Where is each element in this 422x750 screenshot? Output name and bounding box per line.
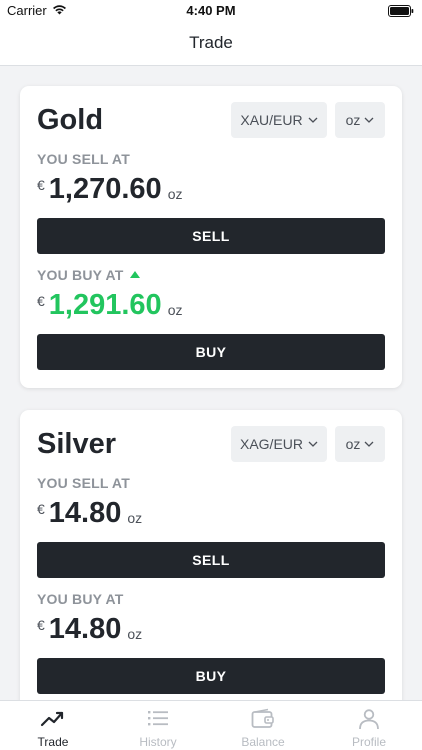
price-unit: oz: [167, 186, 183, 202]
buy-price-value: 1,291.60: [48, 289, 162, 321]
price-unit: oz: [127, 510, 143, 526]
sell-price: € 14.80 oz: [37, 496, 142, 532]
tab-profile[interactable]: Profile: [316, 701, 422, 750]
status-time: 4:40 PM: [186, 3, 236, 18]
chevron-down-icon: [364, 441, 374, 447]
chevron-down-icon: [364, 117, 374, 123]
person-icon: [359, 709, 379, 730]
currency-symbol: €: [37, 293, 45, 309]
currency-symbol: €: [37, 617, 45, 633]
sell-price-value: 14.80: [48, 497, 122, 529]
tab-balance[interactable]: Balance: [210, 701, 316, 750]
unit-select-value: oz: [345, 112, 361, 128]
tab-trade[interactable]: Trade: [0, 701, 106, 750]
sell-price-label: YOU SELL AT: [37, 151, 130, 167]
pair-select-value: XAU/EUR: [240, 112, 303, 128]
sell-button[interactable]: SELL: [37, 542, 385, 578]
tab-history[interactable]: History: [105, 701, 211, 750]
gold-card: Gold XAU/EUR oz YOU SELL AT € 1,270.60 o…: [20, 86, 402, 388]
price-unit: oz: [167, 302, 183, 318]
buy-price-label: YOU BUY AT: [37, 267, 140, 283]
tab-label: Trade: [37, 735, 69, 749]
sell-button[interactable]: SELL: [37, 218, 385, 254]
currency-pair-select[interactable]: XAU/EUR: [231, 102, 327, 138]
trade-content[interactable]: Gold XAU/EUR oz YOU SELL AT € 1,270.60 o…: [0, 66, 422, 700]
battery-icon: [388, 5, 414, 17]
list-icon: [148, 711, 168, 726]
sell-price-label: YOU SELL AT: [37, 475, 130, 491]
silver-card: Silver XAG/EUR oz YOU SELL AT € 14.80 oz…: [20, 410, 402, 700]
buy-price: € 14.80 oz: [37, 612, 142, 648]
sell-price-value: 1,270.60: [48, 173, 162, 205]
currency-symbol: €: [37, 501, 45, 517]
nav-header: Trade: [0, 22, 422, 66]
pair-select-value: XAG/EUR: [239, 436, 303, 452]
unit-select[interactable]: oz: [335, 102, 385, 138]
up-arrow-icon: [129, 271, 140, 278]
metal-name: Gold: [37, 104, 104, 136]
sell-price: € 1,270.60 oz: [37, 172, 182, 208]
tab-label: Profile: [351, 735, 386, 749]
chevron-down-icon: [308, 441, 318, 447]
tab-label: Balance: [241, 735, 285, 749]
tab-bar: Trade History Balance Profile: [0, 700, 422, 750]
chevron-down-icon: [308, 117, 318, 123]
trend-chart-icon: [40, 711, 64, 727]
unit-select-value: oz: [345, 436, 361, 452]
tab-label: History: [139, 735, 177, 749]
buy-button[interactable]: BUY: [37, 334, 385, 370]
currency-pair-select[interactable]: XAG/EUR: [231, 426, 327, 462]
wallet-icon: [251, 708, 274, 728]
buy-price-label-text: YOU BUY AT: [37, 267, 124, 283]
buy-price: € 1,291.60 oz: [37, 288, 182, 324]
status-bar: Carrier 4:40 PM: [0, 0, 422, 22]
page-title: Trade: [189, 33, 233, 52]
buy-price-label: YOU BUY AT: [37, 591, 124, 607]
buy-price-value: 14.80: [48, 613, 122, 645]
buy-button[interactable]: BUY: [37, 658, 385, 694]
metal-name: Silver: [37, 428, 116, 460]
price-unit: oz: [127, 626, 143, 642]
unit-select[interactable]: oz: [335, 426, 385, 462]
currency-symbol: €: [37, 177, 45, 193]
